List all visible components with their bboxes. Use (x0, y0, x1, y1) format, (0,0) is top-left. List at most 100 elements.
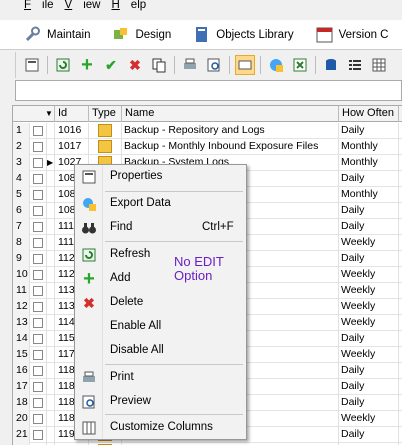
print-tool-button[interactable] (180, 55, 200, 75)
database-tool-button[interactable] (321, 55, 341, 75)
menu-item-export-data[interactable]: Export Data (75, 193, 246, 215)
row-checkbox-cell[interactable] (30, 347, 47, 363)
row-checkbox[interactable] (33, 398, 43, 408)
header-id[interactable]: Id (55, 106, 89, 122)
row-checkbox-cell[interactable] (30, 219, 47, 235)
menu-separator (105, 241, 243, 242)
row-checkbox-cell[interactable] (30, 235, 47, 251)
menu-item-disable-all[interactable]: Disable All (75, 340, 246, 362)
menu-item-print-label: Print (110, 371, 134, 383)
menu-help[interactable]: Help (111, 0, 146, 11)
menu-file[interactable]: File (24, 0, 54, 11)
table-row[interactable]: 2 1017 Backup - Monthly Inbound Exposure F… (13, 139, 402, 155)
row-checkbox-cell[interactable] (30, 315, 47, 331)
row-indicator (47, 299, 55, 315)
row-checkbox[interactable] (33, 302, 43, 312)
list-tool-button[interactable] (345, 55, 365, 75)
row-checkbox[interactable] (33, 366, 43, 376)
row-checkbox[interactable] (33, 158, 43, 168)
row-checkbox[interactable] (33, 126, 43, 136)
menu-item-enable-all[interactable]: Enable All (75, 316, 246, 338)
row-indicator (47, 411, 55, 427)
add-tool-button[interactable]: + (77, 54, 97, 76)
check-tool-button[interactable]: ✔ (101, 55, 121, 75)
preview-tool-button[interactable] (204, 55, 224, 75)
row-checkbox-cell[interactable] (30, 363, 47, 379)
row-checkbox[interactable] (33, 350, 43, 360)
row-checkbox-cell[interactable] (30, 203, 47, 219)
row-checkbox-cell[interactable] (30, 283, 47, 299)
row-indicator (47, 235, 55, 251)
row-indicator (47, 331, 55, 347)
row-checkbox[interactable] (33, 254, 43, 264)
row-checkbox-cell[interactable] (30, 411, 47, 427)
menu-view[interactable]: View (65, 0, 101, 11)
row-checkbox[interactable] (33, 222, 43, 232)
row-checkbox-cell[interactable] (30, 251, 47, 267)
row-how-often: Weekly (339, 299, 399, 315)
row-how-often: Daily (339, 203, 399, 219)
menu-item-customize-columns[interactable]: Customize Columns (75, 417, 246, 439)
context-menu: Properties Export Data Find Ctrl+F Refre… (74, 164, 247, 440)
row-checkbox-cell[interactable] (30, 379, 47, 395)
row-checkbox[interactable] (33, 334, 43, 344)
row-checkbox[interactable] (33, 318, 43, 328)
row-checkbox[interactable] (33, 382, 43, 392)
row-checkbox-cell[interactable] (30, 427, 47, 443)
row-checkbox-cell[interactable] (30, 123, 47, 139)
tab-version-control[interactable]: Version C (316, 26, 388, 43)
annotation-note: No EDIT Option (174, 255, 224, 283)
menu-item-delete[interactable]: ✖ Delete (75, 292, 246, 314)
row-checkbox-cell[interactable] (30, 139, 47, 155)
row-checkbox-cell[interactable] (30, 171, 47, 187)
excel-tool-button[interactable] (290, 55, 310, 75)
row-checkbox-cell[interactable] (30, 155, 47, 171)
row-number: 4 (13, 171, 30, 187)
delete-x-icon: ✖ (83, 294, 95, 311)
row-checkbox[interactable] (33, 174, 43, 184)
row-checkbox-cell[interactable] (30, 267, 47, 283)
header-selector[interactable]: ▼ (13, 106, 55, 122)
export-tool-button[interactable] (266, 55, 286, 75)
menu-item-customize-columns-label: Customize Columns (110, 421, 213, 433)
row-checkbox-cell[interactable] (30, 395, 47, 411)
row-how-often: Daily (339, 379, 399, 395)
toolbar-separator (47, 56, 48, 74)
row-checkbox[interactable] (33, 206, 43, 216)
row-checkbox[interactable] (33, 286, 43, 296)
row-how-often: Weekly (339, 235, 399, 251)
menu-item-print[interactable]: Print (75, 367, 246, 389)
wrench-icon (24, 26, 41, 43)
calendar-icon (316, 26, 333, 43)
view-mode-tool-button[interactable] (235, 55, 255, 75)
row-checkbox[interactable] (33, 270, 43, 280)
row-checkbox-cell[interactable] (30, 331, 47, 347)
row-type (89, 139, 122, 155)
row-checkbox[interactable] (33, 190, 43, 200)
header-name[interactable]: Name (122, 106, 339, 122)
menu-item-properties[interactable]: Properties (75, 166, 246, 188)
header-type[interactable]: Type (89, 106, 122, 122)
row-checkbox[interactable] (33, 414, 43, 424)
copy-tool-button[interactable] (149, 55, 169, 75)
properties-tool-button[interactable] (22, 55, 42, 75)
row-checkbox[interactable] (33, 142, 43, 152)
menu-item-preview[interactable]: Preview (75, 391, 246, 413)
tab-maintain[interactable]: Maintain (24, 26, 90, 43)
grid-header: ▼ Id Type Name How Often (13, 106, 402, 122)
row-checkbox-cell[interactable] (30, 299, 47, 315)
menu-item-find[interactable]: Find Ctrl+F (75, 217, 246, 239)
refresh-tool-button[interactable] (53, 55, 73, 75)
header-how-often[interactable]: How Often (339, 106, 399, 122)
tab-design[interactable]: Design (112, 26, 171, 43)
row-id: 1016 (55, 123, 89, 139)
row-checkbox[interactable] (33, 238, 43, 248)
group-by-bar[interactable] (15, 80, 402, 101)
delete-tool-button[interactable]: ✖ (125, 55, 145, 75)
grid-tool-button[interactable] (369, 55, 389, 75)
row-number: 2 (13, 139, 30, 155)
row-checkbox[interactable] (33, 430, 43, 440)
row-checkbox-cell[interactable] (30, 187, 47, 203)
tab-objects-library[interactable]: Objects Library (193, 26, 294, 43)
table-row[interactable]: 1 1016 Backup - Repository and Logs Daily (13, 123, 402, 139)
